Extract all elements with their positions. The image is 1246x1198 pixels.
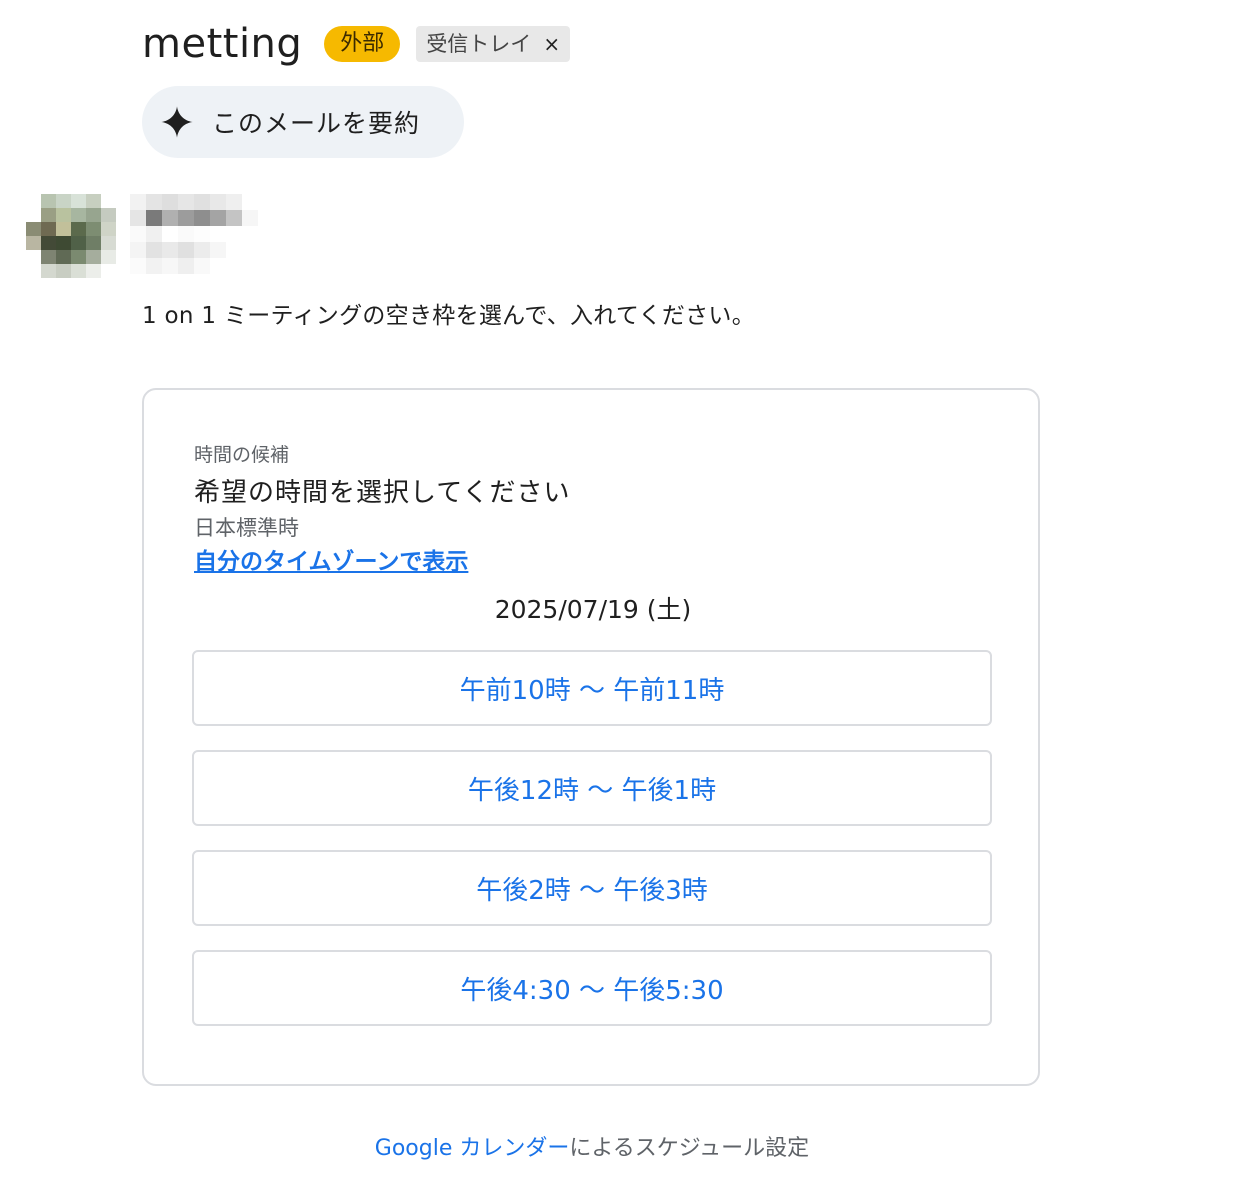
inbox-label: 受信トレイ × — [416, 26, 571, 62]
footer: Google カレンダーによるスケジュール設定 — [0, 1130, 1184, 1162]
email-view: metting 外部 受信トレイ × このメールを要約 1 on 1 ミーティン… — [0, 0, 1246, 1198]
time-slot-button[interactable]: 午後2時 〜 午後3時 — [192, 850, 992, 926]
time-slot-button[interactable]: 午前10時 〜 午前11時 — [192, 650, 992, 726]
schedule-card: 時間の候補 希望の時間を選択してください 日本標準時 自分のタイムゾーンで表示 … — [142, 388, 1040, 1086]
timezone-label: 日本標準時 — [194, 516, 299, 540]
footer-text: によるスケジュール設定 — [569, 1136, 810, 1161]
summarize-email-button[interactable]: このメールを要約 — [142, 86, 464, 158]
sparkle-icon — [161, 106, 193, 138]
email-body: 1 on 1 ミーティングの空き枠を選んで、入れてください。 — [142, 303, 756, 329]
inbox-label-text: 受信トレイ — [426, 32, 532, 56]
card-title: 希望の時間を選択してください — [194, 478, 571, 508]
time-slot-button[interactable]: 午後12時 〜 午後1時 — [192, 750, 992, 826]
summarize-label: このメールを要約 — [212, 109, 421, 138]
sender-avatar[interactable] — [26, 194, 116, 278]
external-badge: 外部 — [324, 26, 401, 62]
card-section-label: 時間の候補 — [194, 444, 290, 466]
subject-row: metting 外部 受信トレイ × — [142, 14, 571, 74]
sender-info-redacted — [130, 194, 260, 276]
show-my-timezone-link[interactable]: 自分のタイムゾーンで表示 — [194, 542, 468, 576]
time-slot-button[interactable]: 午後4:30 〜 午後5:30 — [192, 950, 992, 1026]
slot-date: 2025/07/19 (土) — [494, 595, 692, 624]
email-subject: metting — [142, 21, 303, 67]
remove-label-button[interactable]: × — [543, 30, 560, 58]
google-calendar-link[interactable]: Google カレンダー — [375, 1136, 570, 1161]
